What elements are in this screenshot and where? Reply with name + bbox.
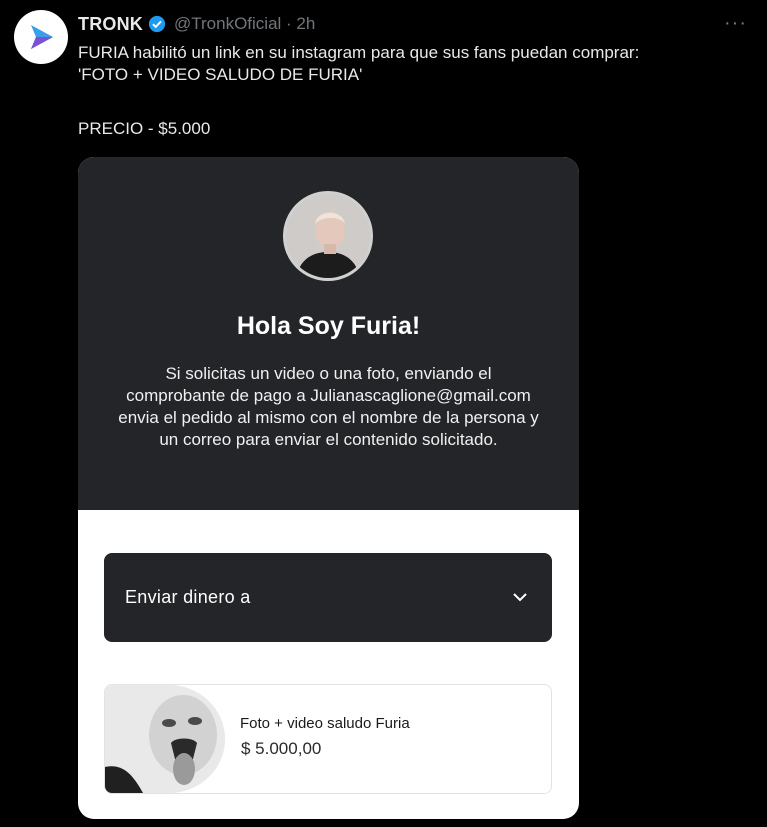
tweet-header: TRONK @TronkOficial · 2h ··· [78,12,747,36]
tweet-price: PRECIO - $5.000 [78,119,211,138]
verified-badge-icon [148,15,166,33]
author-handle-time[interactable]: @TronkOficial · 2h [174,14,315,34]
tweet-text-line1: FURIA habilitó un link en su instagram p… [78,43,640,62]
tronk-play-logo-icon [31,25,53,49]
product-item[interactable]: Foto + video saludo Furia $ 5.000,00 [104,684,552,794]
greeting-title: Hola Soy Furia! [236,312,421,340]
send-money-dropdown[interactable]: Enviar dinero a [104,553,552,642]
greeting-description: Si solicitas un video o una foto, envian… [118,364,539,449]
embedded-image-card[interactable]: Hola Soy Furia! Si solicitas un video o … [78,157,579,819]
product-price: $ 5.000,00 [241,739,322,758]
more-options-icon[interactable]: ··· [724,12,747,35]
tronk-avatar[interactable] [14,10,68,64]
tweet-text: FURIA habilitó un link en su instagram p… [78,42,738,86]
profile-photo [283,191,373,281]
tweet-text-line2: 'FOTO + VIDEO SALUDO DE FURIA' [78,65,363,84]
product-thumbnail [105,685,225,793]
author-name[interactable]: TRONK [78,14,143,35]
profile-header: Hola Soy Furia! Si solicitas un video o … [78,157,579,510]
chevron-down-icon [513,593,527,602]
product-name: Foto + video saludo Furia [240,715,410,732]
dropdown-label: Enviar dinero a [125,587,251,607]
